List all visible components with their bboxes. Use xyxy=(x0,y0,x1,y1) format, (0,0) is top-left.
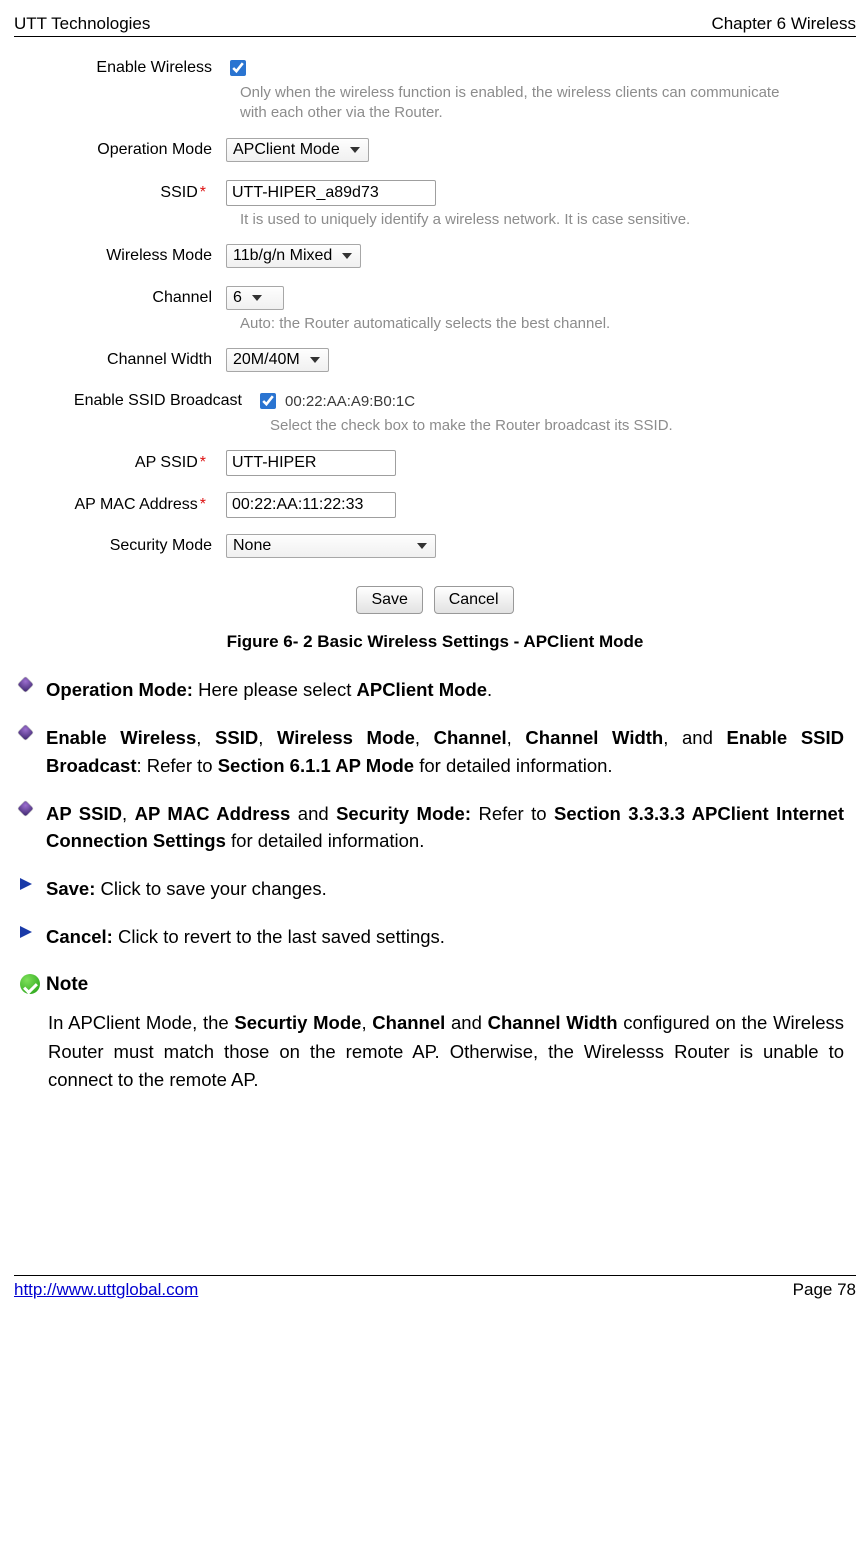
chevron-down-icon xyxy=(350,147,360,153)
select-value: 6 xyxy=(233,289,242,307)
settings-form: Enable Wireless Only when the wireless f… xyxy=(56,57,814,614)
cancel-button[interactable]: Cancel xyxy=(434,586,514,614)
footer-page: Page 78 xyxy=(793,1280,856,1300)
arrow-icon xyxy=(20,926,32,938)
hint-ssid-broadcast: Select the check box to make the Router … xyxy=(270,416,814,436)
bullet-ap-fields: AP SSID, AP MAC Address and Security Mod… xyxy=(46,800,844,856)
note-heading: Note xyxy=(46,971,844,1000)
label-enable-ssid-broadcast: Enable SSID Broadcast xyxy=(56,392,256,410)
input-ap-ssid[interactable] xyxy=(226,450,396,476)
bullet-operation-mode: Operation Mode: Here please select APCli… xyxy=(46,676,844,704)
check-circle-icon xyxy=(20,974,40,994)
label-ap-mac: AP MAC Address* xyxy=(56,496,226,514)
bullet-save: Save: Click to save your changes. xyxy=(46,875,844,903)
hint-ssid: It is used to uniquely identify a wirele… xyxy=(240,210,814,230)
chevron-down-icon xyxy=(417,543,427,549)
chevron-down-icon xyxy=(310,357,320,363)
select-security-mode[interactable]: None xyxy=(226,534,436,558)
input-ap-mac[interactable] xyxy=(226,492,396,518)
header-left: UTT Technologies xyxy=(14,14,150,34)
select-value: 20M/40M xyxy=(233,351,300,369)
select-channel-width[interactable]: 20M/40M xyxy=(226,348,329,372)
select-operation-mode[interactable]: APClient Mode xyxy=(226,138,369,162)
page-header: UTT Technologies Chapter 6 Wireless xyxy=(14,14,856,37)
input-ssid[interactable] xyxy=(226,180,436,206)
save-button[interactable]: Save xyxy=(356,586,422,614)
footer-url[interactable]: http://www.uttglobal.com xyxy=(14,1280,198,1300)
label-operation-mode: Operation Mode xyxy=(56,141,226,159)
label-ssid: SSID* xyxy=(56,184,226,202)
diamond-icon xyxy=(18,677,34,693)
header-right: Chapter 6 Wireless xyxy=(711,14,856,34)
label-channel: Channel xyxy=(56,289,226,307)
diamond-icon xyxy=(18,800,34,816)
bullet-cancel: Cancel: Click to revert to the last save… xyxy=(46,923,844,951)
page-footer: http://www.uttglobal.com Page 78 xyxy=(14,1275,856,1300)
bullet-basic-fields: Enable Wireless, SSID, Wireless Mode, Ch… xyxy=(46,724,844,780)
select-value: 11b/g/n Mixed xyxy=(233,247,332,265)
label-wireless-mode: Wireless Mode xyxy=(56,247,226,265)
checkbox-enable-wireless[interactable] xyxy=(230,60,246,76)
label-enable-wireless: Enable Wireless xyxy=(56,59,226,77)
label-channel-width: Channel Width xyxy=(56,351,226,369)
select-wireless-mode[interactable]: 11b/g/n Mixed xyxy=(226,244,361,268)
note-body: In APClient Mode, the Securtiy Mode, Cha… xyxy=(48,1009,844,1095)
chevron-down-icon xyxy=(342,253,352,259)
label-security-mode: Security Mode xyxy=(56,537,226,555)
hint-channel: Auto: the Router automatically selects t… xyxy=(240,314,814,334)
arrow-icon xyxy=(20,878,32,890)
checkbox-enable-ssid-broadcast[interactable] xyxy=(260,393,276,409)
select-value: APClient Mode xyxy=(233,141,340,159)
hint-enable-wireless: Only when the wireless function is enabl… xyxy=(240,83,814,124)
diamond-icon xyxy=(18,725,34,741)
mac-text: 00:22:AA:A9:B0:1C xyxy=(285,393,415,410)
chevron-down-icon xyxy=(252,295,262,301)
select-value: None xyxy=(233,537,271,555)
label-ap-ssid: AP SSID* xyxy=(56,454,226,472)
select-channel[interactable]: 6 xyxy=(226,286,284,310)
figure-caption: Figure 6- 2 Basic Wireless Settings - AP… xyxy=(14,632,856,652)
